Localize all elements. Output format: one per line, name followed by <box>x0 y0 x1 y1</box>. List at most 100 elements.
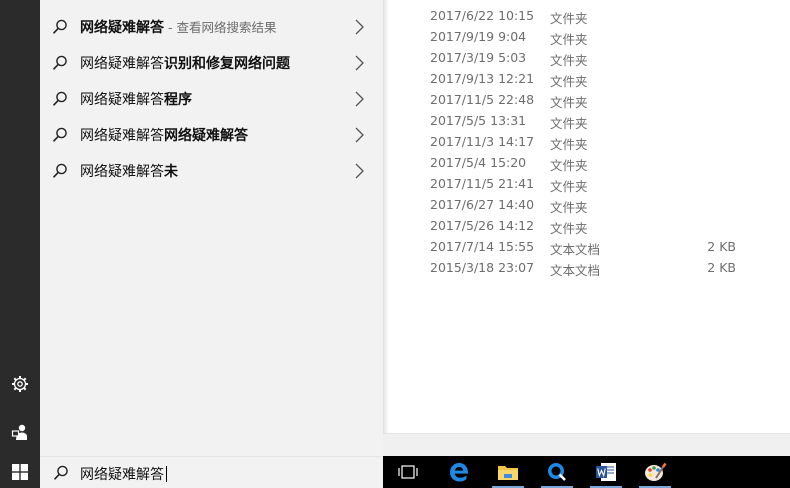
file-row[interactable]: 2017/9/13 12:21 文件夹 <box>383 68 790 89</box>
suggestion-text: 网络疑难解答网络疑难解答 <box>80 125 248 145</box>
file-row[interactable]: 2017/5/4 15:20 文件夹 <box>383 152 790 173</box>
file-type: 文本文档 <box>550 263 601 278</box>
file-date: 2017/7/14 15:55 <box>430 239 535 254</box>
search-suggestions-panel: 网络疑难解答 - 查看网络搜索结果 网络疑难解答识别和修复网络问题 网络疑难解答… <box>40 0 383 456</box>
text-caret <box>166 466 167 482</box>
file-row[interactable]: 2017/11/3 14:17 文件夹 <box>383 131 790 152</box>
edge-icon <box>450 463 469 482</box>
file-type: 文件夹 <box>550 116 588 131</box>
panel-shadow <box>383 0 389 456</box>
file-type: 文件夹 <box>550 11 588 26</box>
file-explorer-taskbar-button[interactable] <box>484 456 532 488</box>
edge-taskbar-button[interactable] <box>435 456 483 488</box>
file-row[interactable]: 2017/6/22 10:15 文件夹 <box>383 5 790 26</box>
paint-taskbar-button[interactable] <box>631 456 679 488</box>
chevron-right-icon[interactable] <box>353 18 365 36</box>
suggestion-web-hint: - 查看网络搜索结果 <box>164 20 277 35</box>
file-size: 2 KB <box>707 239 736 254</box>
suggestion-query: 网络疑难解答 <box>80 20 164 36</box>
file-row[interactable]: 2017/9/19 9:04 文件夹 <box>383 26 790 47</box>
start-button[interactable] <box>0 456 40 488</box>
file-type: 文件夹 <box>550 200 588 215</box>
suggestion-item[interactable]: 网络疑难解答未 <box>40 153 383 189</box>
windows-logo-icon <box>12 464 28 480</box>
file-row[interactable]: 2017/6/27 14:40 文件夹 <box>383 194 790 215</box>
file-row[interactable]: 2017/11/5 21:41 文件夹 <box>383 173 790 194</box>
suggestion-query: 网络疑难解答 <box>80 164 164 180</box>
suggestion-text: 网络疑难解答未 <box>80 161 178 181</box>
chevron-right-icon[interactable] <box>353 162 365 180</box>
file-explorer-icon <box>498 466 518 480</box>
suggestion-query: 网络疑难解答 <box>80 56 164 72</box>
file-date: 2017/3/19 5:03 <box>430 50 527 65</box>
file-date: 2017/5/5 13:31 <box>430 113 527 128</box>
paint-icon <box>645 462 667 481</box>
file-date: 2015/3/18 23:07 <box>430 260 535 275</box>
search-icon <box>52 91 67 106</box>
suggestion-completion: 未 <box>164 164 178 180</box>
file-type: 文件夹 <box>550 32 588 47</box>
word-taskbar-button[interactable] <box>582 456 630 488</box>
search-app-icon <box>548 463 566 481</box>
file-type: 文件夹 <box>550 95 588 110</box>
file-date: 2017/9/19 9:04 <box>430 29 527 44</box>
file-size: 2 KB <box>707 260 736 275</box>
user-feedback-icon <box>11 424 27 440</box>
feedback-button[interactable] <box>0 412 40 452</box>
file-date: 2017/5/26 14:12 <box>430 218 535 233</box>
file-date: 2017/11/5 22:48 <box>430 92 535 107</box>
file-type: 文本文档 <box>550 242 601 257</box>
suggestion-item[interactable]: 网络疑难解答 - 查看网络搜索结果 <box>40 9 383 45</box>
search-icon <box>52 163 67 178</box>
file-row[interactable]: 2017/7/14 15:55 文本文档 2 KB <box>383 236 790 257</box>
chevron-right-icon[interactable] <box>353 126 365 144</box>
file-date: 2017/11/3 14:17 <box>430 134 535 149</box>
search-icon <box>53 465 68 480</box>
chevron-right-icon[interactable] <box>353 90 365 108</box>
chevron-right-icon[interactable] <box>353 54 365 72</box>
search-icon <box>52 19 67 34</box>
file-date: 2017/9/13 12:21 <box>430 71 535 86</box>
file-type: 文件夹 <box>550 158 588 173</box>
file-row[interactable]: 2017/3/19 5:03 文件夹 <box>383 47 790 68</box>
suggestion-completion: 程序 <box>164 92 192 108</box>
file-row[interactable]: 2015/3/18 23:07 文本文档 2 KB <box>383 257 790 278</box>
suggestion-item[interactable]: 网络疑难解答网络疑难解答 <box>40 117 383 153</box>
file-row[interactable]: 2017/5/26 14:12 文件夹 <box>383 215 790 236</box>
taskbar <box>383 456 790 488</box>
search-input[interactable]: 网络疑难解答 <box>80 464 167 484</box>
suggestion-completion: 网络疑难解答 <box>164 128 248 144</box>
file-date: 2017/5/4 15:20 <box>430 155 527 170</box>
suggestion-text: 网络疑难解答 - 查看网络搜索结果 <box>80 17 276 37</box>
settings-button[interactable] <box>0 364 40 404</box>
file-type: 文件夹 <box>550 221 588 236</box>
file-date: 2017/6/27 14:40 <box>430 197 535 212</box>
gear-icon <box>12 376 28 392</box>
suggestion-completion: 识别和修复网络问题 <box>164 56 290 72</box>
suggestion-query: 网络疑难解答 <box>80 92 164 108</box>
suggestion-query: 网络疑难解答 <box>80 128 164 144</box>
suggestion-item[interactable]: 网络疑难解答识别和修复网络问题 <box>40 45 383 81</box>
file-row[interactable]: 2017/11/5 22:48 文件夹 <box>383 89 790 110</box>
file-date: 2017/6/22 10:15 <box>430 8 535 23</box>
file-row[interactable]: 2017/5/5 13:31 文件夹 <box>383 110 790 131</box>
file-type: 文件夹 <box>550 74 588 89</box>
file-date: 2017/11/5 21:41 <box>430 176 535 191</box>
file-explorer-content: 2017/6/22 10:15 文件夹 2017/9/19 9:04 文件夹 201… <box>383 0 790 433</box>
suggestion-text: 网络疑难解答程序 <box>80 89 192 109</box>
file-type: 文件夹 <box>550 137 588 152</box>
suggestion-text: 网络疑难解答识别和修复网络问题 <box>80 53 290 73</box>
word-icon <box>596 463 616 481</box>
search-icon <box>52 127 67 142</box>
explorer-status-bar <box>383 433 790 456</box>
search-icon <box>52 55 67 70</box>
file-type: 文件夹 <box>550 53 588 68</box>
search-input-value: 网络疑难解答 <box>80 467 164 483</box>
task-view-icon <box>398 465 418 479</box>
start-left-rail <box>0 0 40 488</box>
task-view-button[interactable] <box>384 456 432 488</box>
file-type: 文件夹 <box>550 179 588 194</box>
taskbar-search-box[interactable]: 网络疑难解答 <box>40 456 383 488</box>
search-app-taskbar-button[interactable] <box>533 456 581 488</box>
suggestion-item[interactable]: 网络疑难解答程序 <box>40 81 383 117</box>
